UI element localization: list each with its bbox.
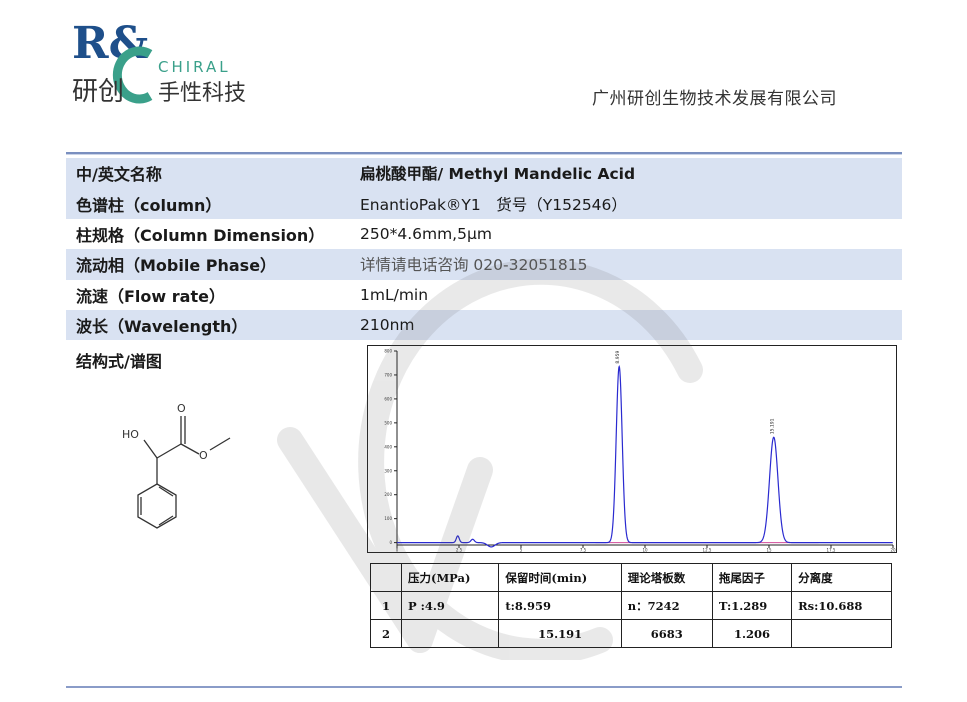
x-tick-label: 2.5: [456, 548, 463, 553]
methyl-bond: [209, 437, 231, 451]
company-name: 广州研创生物技术发展有限公司: [592, 89, 837, 109]
carbonyl-bond: [156, 443, 182, 459]
table-row: 2 15.191 6683 1.206: [370, 619, 892, 648]
table-header-cell: 保留时间(min): [498, 563, 622, 592]
table-row: 1 P :4.9 t:8.959 n：7242 T:1.289 Rs:10.68…: [370, 591, 892, 620]
info-value: 1mL/min: [360, 285, 429, 304]
info-value: 250*4.6mm,5μm: [360, 224, 492, 243]
logo-letters: R&: [72, 18, 148, 69]
info-label: 柱规格（Column Dimension）: [76, 225, 325, 245]
y-tick-label: 100: [384, 516, 392, 521]
logo-chiral-text: CHIRAL: [158, 58, 231, 76]
info-row: 波长（Wavelength） 210nm: [66, 309, 902, 341]
y-tick-label: 700: [384, 372, 392, 377]
chromatogram-frame: [367, 345, 897, 553]
ho-label: HO: [122, 428, 139, 441]
info-table: 中/英文名称 扁桃酸甲酯/ Methyl Mandelic Acid 色谱柱（c…: [66, 158, 902, 341]
x-tick-label: 5: [520, 548, 523, 553]
info-label: 波长（Wavelength）: [76, 317, 248, 337]
results-table: 压力(MPa) 保留时间(min) 理论塔板数 拖尾因子 分离度 1 P :4.…: [370, 563, 892, 648]
table-cell: 1: [370, 591, 402, 620]
table-cell: [400, 619, 500, 648]
molecule-structure: HO O O: [122, 402, 231, 529]
info-row: 柱规格（Column Dimension） 250*4.6mm,5μm: [66, 219, 902, 249]
y-tick-label: 600: [384, 396, 392, 401]
x-tick-label: 17.5: [827, 548, 836, 553]
table-cell: n：7242: [620, 591, 713, 620]
y-tick-label: 300: [384, 468, 392, 473]
table-cell: 6683: [620, 619, 713, 648]
carbonyl-o-label: O: [177, 402, 186, 415]
table-header-row: 压力(MPa) 保留时间(min) 理论塔板数 拖尾因子 分离度: [370, 563, 892, 592]
company-logo: R& CHIRAL 研创 手性科技: [72, 18, 246, 107]
table-header-cell: [370, 563, 402, 592]
info-value: 详情请电话咨询 020-32051815: [360, 256, 588, 275]
info-label: 中/英文名称: [76, 165, 162, 185]
info-label: 流动相（Mobile Phase）: [76, 256, 277, 276]
info-row: 流速（Flow rate） 1mL/min: [66, 280, 902, 310]
x-tick-label: 15: [766, 548, 772, 553]
info-value: EnantioPak®Y1 货号（Y152546）: [360, 195, 627, 214]
oh-bond: [143, 439, 158, 459]
info-value: 210nm: [360, 316, 415, 335]
benzene-ring: [137, 483, 177, 529]
table-cell: t:8.959: [498, 591, 622, 620]
table-cell: 15.191: [498, 619, 622, 648]
chromatogram: 01002003004005006007008000 2.5 5 7.5 10 12.5 1…: [367, 345, 897, 553]
table-cell: 1.206: [711, 619, 793, 648]
x-tick-label: 12.5: [703, 548, 712, 553]
x-tick-label: 0: [396, 548, 399, 553]
table-cell: 2: [370, 619, 402, 648]
table-header-cell: 分离度: [791, 563, 892, 592]
info-label: 流速（Flow rate）: [76, 286, 225, 306]
info-label: 色谱柱（column）: [76, 195, 222, 215]
y-tick-label: 800: [384, 349, 392, 354]
table-cell: Rs:10.688: [791, 591, 892, 620]
header-rule-thin: [66, 154, 902, 155]
x-tick-label: 7.5: [580, 548, 587, 553]
info-row: 中/英文名称 扁桃酸甲酯/ Methyl Mandelic Acid: [66, 158, 902, 189]
table-header-cell: 压力(MPa): [400, 563, 500, 592]
table-cell: P :4.9: [400, 591, 500, 620]
peak-label: 15.191: [770, 418, 776, 434]
logo-cn-right: 手性科技: [158, 81, 246, 106]
table-cell: T:1.289: [711, 591, 793, 620]
footer-rule: [66, 686, 902, 688]
structure-label: 结构式/谱图: [76, 352, 162, 371]
table-cell: [791, 619, 892, 648]
peak-label: 8.959: [615, 351, 621, 364]
logo-cn-left: 研创: [72, 77, 124, 107]
table-header-cell: 理论塔板数: [620, 563, 713, 592]
table-header-cell: 拖尾因子: [711, 563, 793, 592]
y-tick-label: 400: [384, 444, 392, 449]
ester-bond: [180, 443, 200, 455]
x-tick-label: 10: [642, 548, 648, 553]
x-tick-label: 20: [890, 548, 896, 553]
info-row: 流动相（Mobile Phase） 详情请电话咨询 020-32051815: [66, 249, 902, 280]
y-tick-label: 200: [384, 492, 392, 497]
info-value: 扁桃酸甲酯/ Methyl Mandelic Acid: [360, 165, 636, 184]
ester-o-label: O: [199, 449, 208, 462]
y-tick-label: 500: [384, 420, 392, 425]
info-row: 色谱柱（column） EnantioPak®Y1 货号（Y152546）: [66, 188, 902, 219]
